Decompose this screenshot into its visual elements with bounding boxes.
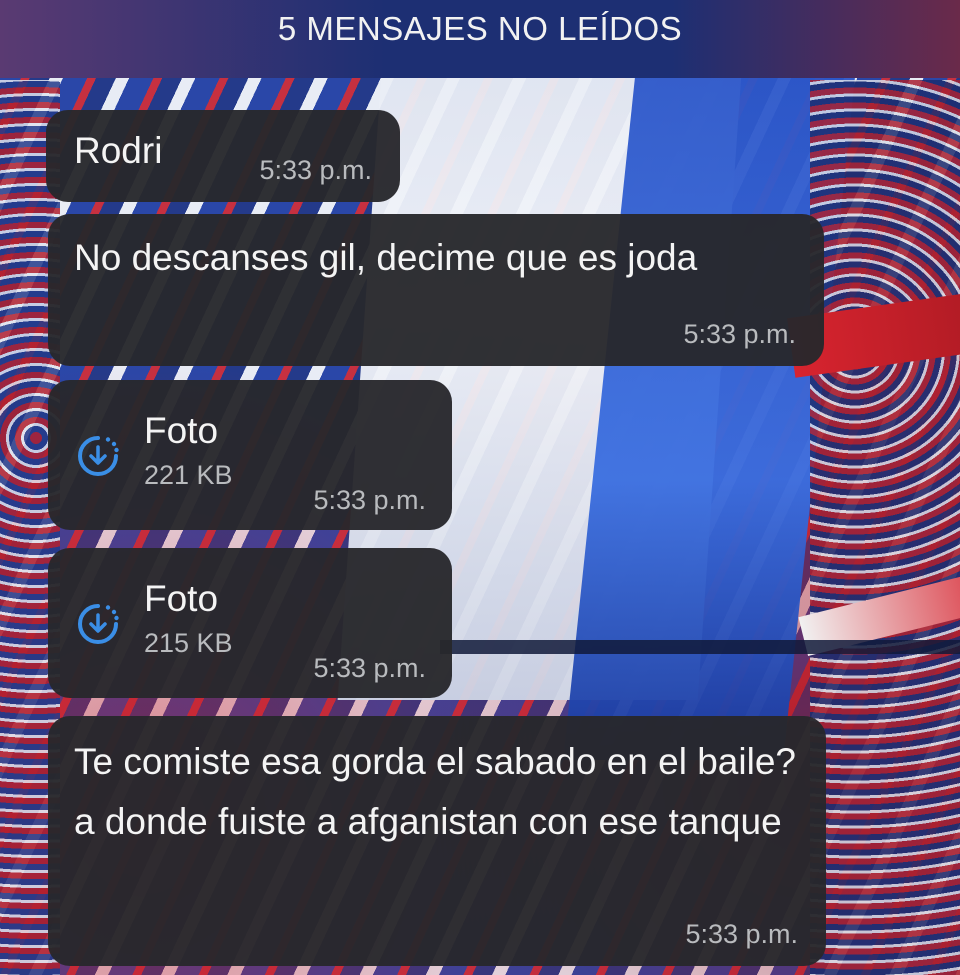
download-icon[interactable] — [74, 600, 122, 648]
photo-size: 215 KB — [144, 628, 233, 658]
sender-name-bubble[interactable]: Rodri 5:33 p.m. — [46, 110, 400, 202]
photo-size: 221 KB — [144, 460, 233, 490]
message-timestamp: 5:33 p.m. — [313, 485, 426, 515]
photo-label: Foto — [144, 410, 219, 451]
text-message-bubble[interactable]: No descanses gil, decime que es joda 5:3… — [48, 214, 824, 366]
unread-messages-banner: 5 MENSAJES NO LEÍDOS — [277, 10, 683, 47]
text-message-bubble[interactable]: Te comiste esa gorda el sabado en el bai… — [48, 716, 826, 966]
photo-label: Foto — [144, 578, 219, 619]
message-timestamp: 5:33 p.m. — [313, 653, 426, 683]
sender-name: Rodri — [74, 130, 163, 171]
download-icon[interactable] — [74, 432, 122, 480]
message-timestamp: 5:33 p.m. — [259, 155, 372, 185]
message-timestamp: 5:33 p.m. — [683, 319, 796, 349]
message-timestamp: 5:33 p.m. — [685, 919, 798, 949]
message-text: Te comiste esa gorda el sabado en el bai… — [74, 741, 796, 842]
photo-message-bubble[interactable]: Foto 215 KB 5:33 p.m. — [48, 548, 452, 698]
photo-message-bubble[interactable]: Foto 221 KB 5:33 p.m. — [48, 380, 452, 530]
message-text: No descanses gil, decime que es joda — [74, 237, 698, 278]
